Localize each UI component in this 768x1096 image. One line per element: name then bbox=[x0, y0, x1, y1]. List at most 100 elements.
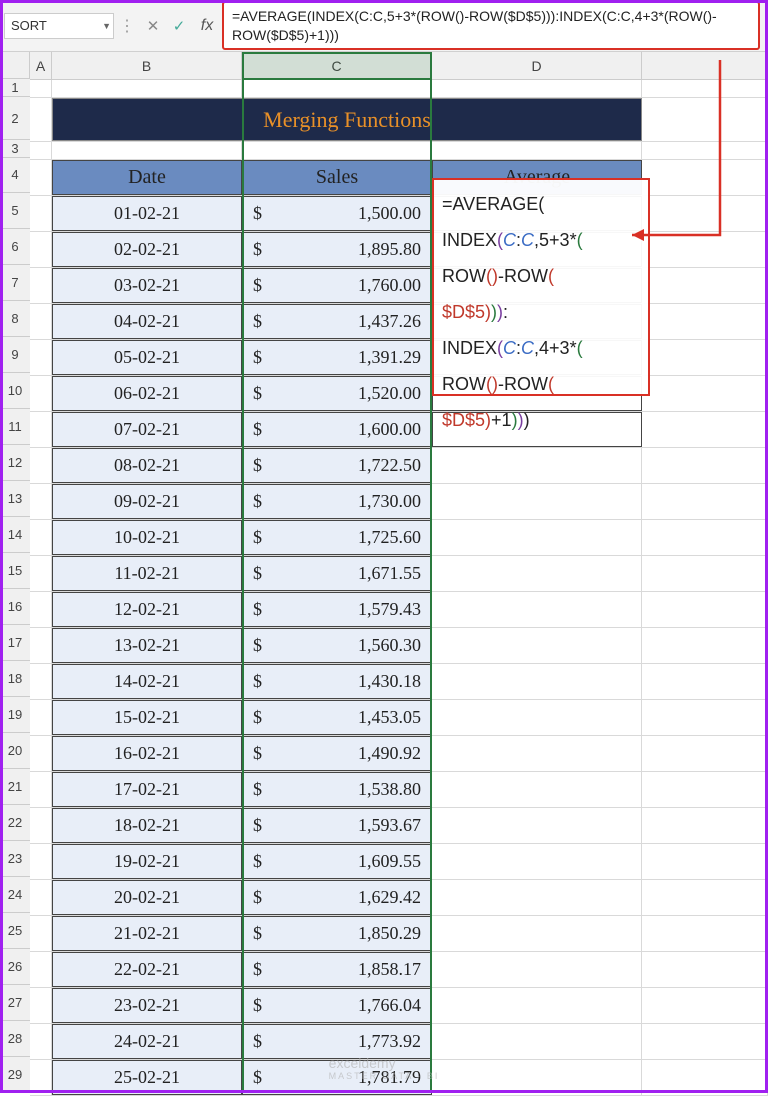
enter-formula-icon[interactable]: ✓ bbox=[166, 13, 192, 39]
fx-icon[interactable]: fx bbox=[192, 17, 222, 35]
row-header[interactable]: 16 bbox=[0, 589, 30, 625]
cell[interactable] bbox=[30, 556, 52, 591]
date-cell[interactable]: 17-02-21 bbox=[52, 772, 242, 807]
sales-cell[interactable]: $1,391.29 bbox=[242, 340, 432, 375]
sales-cell[interactable]: $1,490.92 bbox=[242, 736, 432, 771]
cell[interactable] bbox=[642, 484, 768, 519]
cell[interactable] bbox=[642, 98, 768, 141]
row-header[interactable]: 10 bbox=[0, 373, 30, 409]
cell[interactable] bbox=[642, 412, 768, 447]
cell[interactable] bbox=[642, 520, 768, 555]
row-header[interactable]: 20 bbox=[0, 733, 30, 769]
cell[interactable] bbox=[642, 916, 768, 951]
date-cell[interactable]: 09-02-21 bbox=[52, 484, 242, 519]
date-cell[interactable]: 11-02-21 bbox=[52, 556, 242, 591]
column-header[interactable] bbox=[642, 52, 768, 80]
cell[interactable] bbox=[52, 80, 242, 97]
cell[interactable] bbox=[642, 808, 768, 843]
cell[interactable] bbox=[642, 448, 768, 483]
date-cell[interactable]: 08-02-21 bbox=[52, 448, 242, 483]
cell[interactable] bbox=[30, 700, 52, 735]
cell[interactable] bbox=[30, 1024, 52, 1059]
column-header[interactable]: C bbox=[242, 52, 432, 80]
row-header[interactable]: 9 bbox=[0, 337, 30, 373]
average-cell[interactable] bbox=[432, 1060, 642, 1095]
name-box-dropdown-icon[interactable]: ▼ bbox=[102, 21, 111, 31]
cell[interactable] bbox=[642, 844, 768, 879]
row-header[interactable]: 1 bbox=[0, 79, 30, 97]
row-header[interactable]: 27 bbox=[0, 985, 30, 1021]
cell[interactable] bbox=[30, 196, 52, 231]
row-header[interactable]: 3 bbox=[0, 140, 30, 158]
cell[interactable] bbox=[642, 700, 768, 735]
cell[interactable] bbox=[642, 772, 768, 807]
cell[interactable] bbox=[642, 160, 768, 195]
sales-cell[interactable]: $1,609.55 bbox=[242, 844, 432, 879]
cell[interactable] bbox=[30, 448, 52, 483]
cell[interactable] bbox=[30, 916, 52, 951]
cell[interactable] bbox=[30, 232, 52, 267]
average-cell[interactable] bbox=[432, 1024, 642, 1059]
sales-cell[interactable]: $1,730.00 bbox=[242, 484, 432, 519]
average-cell[interactable] bbox=[432, 808, 642, 843]
cancel-formula-icon[interactable]: ✕ bbox=[140, 13, 166, 39]
average-cell[interactable] bbox=[432, 556, 642, 591]
date-cell[interactable]: 22-02-21 bbox=[52, 952, 242, 987]
sales-cell[interactable]: $1,629.42 bbox=[242, 880, 432, 915]
average-cell[interactable] bbox=[432, 592, 642, 627]
average-cell[interactable] bbox=[432, 448, 642, 483]
sales-cell[interactable]: $1,671.55 bbox=[242, 556, 432, 591]
date-cell[interactable]: 05-02-21 bbox=[52, 340, 242, 375]
average-cell[interactable] bbox=[432, 628, 642, 663]
row-header[interactable]: 17 bbox=[0, 625, 30, 661]
date-cell[interactable]: 21-02-21 bbox=[52, 916, 242, 951]
cell[interactable] bbox=[642, 80, 768, 97]
cell[interactable] bbox=[30, 592, 52, 627]
column-header[interactable]: B bbox=[52, 52, 242, 80]
row-header[interactable]: 26 bbox=[0, 949, 30, 985]
date-cell[interactable]: 03-02-21 bbox=[52, 268, 242, 303]
row-header[interactable]: 7 bbox=[0, 265, 30, 301]
sales-cell[interactable]: $1,895.80 bbox=[242, 232, 432, 267]
date-cell[interactable]: 10-02-21 bbox=[52, 520, 242, 555]
column-header[interactable]: D bbox=[432, 52, 642, 80]
date-cell[interactable]: 18-02-21 bbox=[52, 808, 242, 843]
sales-cell[interactable]: $1,500.00 bbox=[242, 196, 432, 231]
date-cell[interactable]: 19-02-21 bbox=[52, 844, 242, 879]
cell[interactable] bbox=[642, 1024, 768, 1059]
row-header[interactable]: 6 bbox=[0, 229, 30, 265]
cell[interactable] bbox=[642, 736, 768, 771]
row-header[interactable]: 15 bbox=[0, 553, 30, 589]
formula-editing-overlay[interactable]: =AVERAGE( INDEX(C:C,5+3*( ROW()-ROW( $D$… bbox=[432, 178, 650, 396]
cell[interactable] bbox=[30, 628, 52, 663]
row-header[interactable]: 14 bbox=[0, 517, 30, 553]
cell[interactable] bbox=[30, 412, 52, 447]
date-cell[interactable]: 24-02-21 bbox=[52, 1024, 242, 1059]
cell[interactable] bbox=[30, 772, 52, 807]
cell[interactable] bbox=[242, 142, 432, 159]
cell[interactable] bbox=[432, 142, 642, 159]
row-header[interactable]: 29 bbox=[0, 1057, 30, 1093]
date-cell[interactable]: 02-02-21 bbox=[52, 232, 242, 267]
sales-cell[interactable]: $1,593.67 bbox=[242, 808, 432, 843]
average-cell[interactable] bbox=[432, 700, 642, 735]
sales-cell[interactable]: $1,858.17 bbox=[242, 952, 432, 987]
cell[interactable] bbox=[30, 988, 52, 1023]
select-all-corner[interactable] bbox=[0, 52, 30, 79]
cell[interactable] bbox=[432, 80, 642, 97]
cell[interactable] bbox=[642, 196, 768, 231]
sales-cell[interactable]: $1,760.00 bbox=[242, 268, 432, 303]
sales-cell[interactable]: $1,538.80 bbox=[242, 772, 432, 807]
cell[interactable] bbox=[30, 484, 52, 519]
average-cell[interactable] bbox=[432, 916, 642, 951]
cell[interactable] bbox=[30, 80, 52, 97]
sales-cell[interactable]: $1,579.43 bbox=[242, 592, 432, 627]
sales-cell[interactable]: $1,430.18 bbox=[242, 664, 432, 699]
average-cell[interactable] bbox=[432, 484, 642, 519]
cell[interactable] bbox=[642, 664, 768, 699]
date-cell[interactable]: 13-02-21 bbox=[52, 628, 242, 663]
row-header[interactable]: 4 bbox=[0, 158, 30, 193]
average-cell[interactable] bbox=[432, 664, 642, 699]
average-cell[interactable] bbox=[432, 988, 642, 1023]
average-cell[interactable] bbox=[432, 736, 642, 771]
